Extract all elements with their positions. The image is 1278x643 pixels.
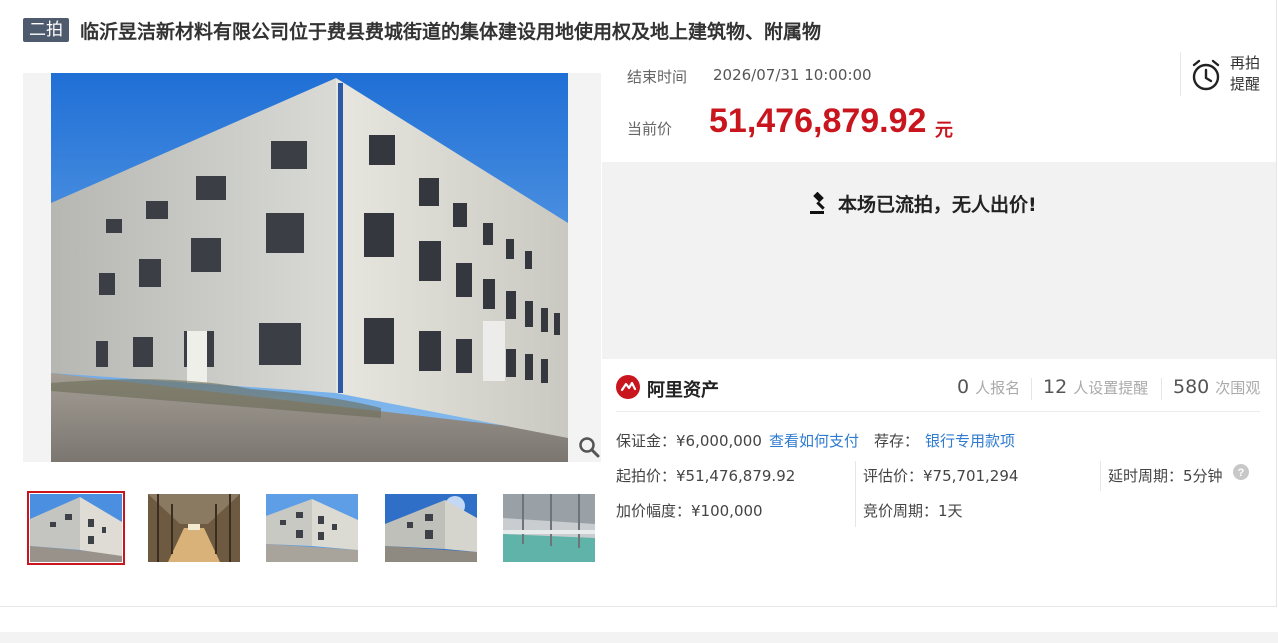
thumbnail-4-image [385,494,477,562]
main-photo [51,73,568,462]
column-separator [1100,461,1101,491]
current-price-label: 当前价 [627,120,673,138]
page-title: 临沂昱洁新材料有限公司位于费县费城街道的集体建设用地使用权及地上建筑物、附属物 [80,20,822,43]
thumbnail-1[interactable] [27,491,125,565]
ali-assets-logo-icon [616,375,640,399]
gavel-icon [810,191,825,214]
column-separator [855,461,856,527]
svg-text:?: ? [1238,467,1245,479]
bid-increment: 加价幅度：¥100,000 [616,502,763,520]
stat-registrations-unit: 人报名 [975,379,1021,397]
thumbnail-3-image [266,494,358,562]
end-time-label: 结束时间 [627,68,688,86]
stat-registrations-value: 0 [957,376,970,398]
stat-reminders-value: 12 [1043,376,1068,398]
page-footer-strip [0,632,1278,643]
current-price-value: 51,476,879.92 [709,102,927,140]
stat-views-unit: 次围观 [1215,379,1261,397]
bank-escrow-link[interactable]: 银行专用款项 [925,430,1015,451]
recommend-label: 荐存： [874,432,920,450]
starting-price: 起拍价：¥51,476,879.92 [616,467,796,485]
rebid-reminder-button[interactable]: 再拍提醒 [1180,52,1265,96]
zoom-icon[interactable] [578,436,600,458]
auction-round-badge: 二拍 [23,18,69,42]
help-icon[interactable]: ? [1233,464,1249,480]
auction-summary [602,48,1276,162]
appraisal-price: 评估价：¥75,701,294 [863,467,1019,485]
auction-status: 本场已流拍，无人出价! [808,190,1037,217]
thumbnail-1-image [30,494,122,562]
delay-cycle: 延时周期：5分钟 [1108,467,1223,485]
current-price-unit: 元 [935,120,953,141]
deposit-info: 保证金：¥6,000,000 [616,432,762,450]
stat-separator [1161,378,1162,400]
alarm-clock-icon [1192,59,1220,91]
rebid-reminder-label: 再拍提醒 [1230,54,1261,93]
stat-views-value: 580 [1173,376,1210,398]
stat-separator [1031,378,1032,400]
stat-reminders-unit: 人设置提醒 [1073,379,1149,397]
thumbnail-2-image [148,494,240,562]
stat-views: 580 次围观 [1173,376,1260,398]
thumbnail-2[interactable] [148,494,240,562]
end-time-value: 2026/07/31 10:00:00 [713,66,872,84]
main-photo-viewer[interactable] [23,73,601,462]
stat-reminders: 12 人设置提醒 [1043,376,1148,398]
platform-name: 阿里资产 [647,380,719,401]
stat-registrations: 0 人报名 [957,376,1020,398]
bidding-cycle: 竞价周期：1天 [863,502,963,520]
auction-status-message: 本场已流拍，无人出价! [838,194,1037,216]
thumbnail-5-image [503,494,595,562]
thumbnail-5[interactable] [503,494,595,562]
section-divider [616,411,1260,412]
how-to-pay-link[interactable]: 查看如何支付 [769,430,859,451]
thumbnail-3[interactable] [266,494,358,562]
title-row: 二拍 临沂昱洁新材料有限公司位于费县费城街道的集体建设用地使用权及地上建筑物、附… [23,14,821,46]
thumbnail-4[interactable] [385,494,477,562]
